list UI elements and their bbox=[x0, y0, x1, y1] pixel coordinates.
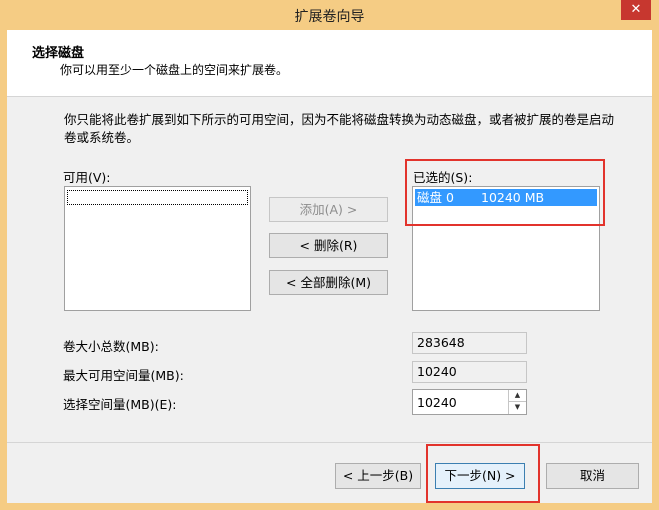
available-label: 可用(V): bbox=[63, 170, 111, 185]
increment-icon[interactable]: ▲ bbox=[509, 390, 526, 402]
decrement-icon[interactable]: ▼ bbox=[509, 402, 526, 414]
close-button[interactable]: ✕ bbox=[621, 0, 651, 20]
max-space-field: 10240 bbox=[412, 361, 527, 383]
select-space-value: 10240 bbox=[417, 395, 457, 410]
window-title: 扩展卷向导 bbox=[294, 9, 365, 25]
description-text: 你只能将此卷扩展到如下所示的可用空间，因为不能将磁盘转换为动态磁盘，或者被扩展的… bbox=[64, 112, 615, 145]
window-frame-left bbox=[0, 30, 7, 510]
window-frame-right bbox=[652, 30, 659, 510]
wizard-header: 选择磁盘 你可以用至少一个磁盘上的空间来扩展卷。 bbox=[7, 30, 652, 97]
remove-button[interactable]: < 删除(R) bbox=[269, 233, 388, 258]
available-disks-list[interactable] bbox=[64, 186, 251, 311]
total-size-field: 283648 bbox=[412, 332, 527, 354]
cancel-button[interactable]: 取消 bbox=[546, 463, 639, 489]
window-frame-bottom bbox=[0, 503, 659, 510]
focus-item[interactable] bbox=[67, 190, 248, 205]
page-title: 选择磁盘 bbox=[32, 46, 85, 61]
wizard-footer: < 上一步(B) 下一步(N) > 取消 bbox=[7, 443, 652, 503]
wizard-content: 你只能将此卷扩展到如下所示的可用空间，因为不能将磁盘转换为动态磁盘，或者被扩展的… bbox=[7, 97, 652, 442]
add-button[interactable]: 添加(A) > bbox=[269, 197, 388, 222]
page-subtitle: 你可以用至少一个磁盘上的空间来扩展卷。 bbox=[60, 63, 289, 77]
max-space-label: 最大可用空间量(MB): bbox=[63, 368, 184, 383]
selected-highlight-box bbox=[405, 159, 605, 226]
select-space-label: 选择空间量(MB)(E): bbox=[63, 397, 177, 412]
remove-all-button[interactable]: < 全部删除(M) bbox=[269, 270, 388, 295]
total-size-label: 卷大小总数(MB): bbox=[63, 339, 159, 354]
next-highlight-box bbox=[426, 444, 540, 503]
back-button[interactable]: < 上一步(B) bbox=[335, 463, 421, 489]
title-bar: 扩展卷向导 ✕ bbox=[0, 0, 659, 30]
close-icon: ✕ bbox=[630, 2, 642, 17]
select-space-stepper[interactable]: 10240 ▲ ▼ bbox=[412, 389, 527, 415]
